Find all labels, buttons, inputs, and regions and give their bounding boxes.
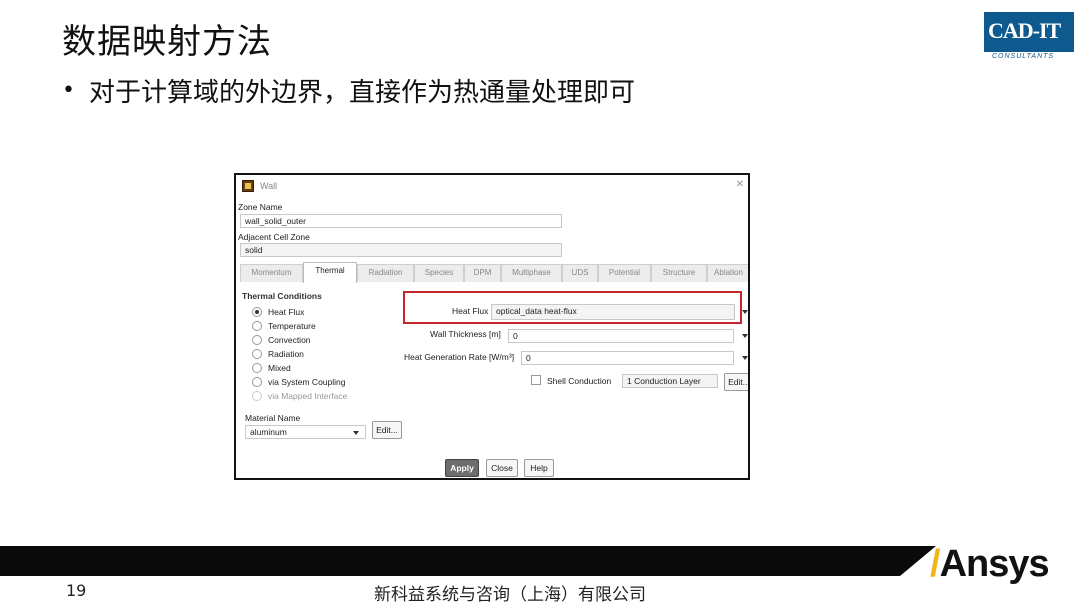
page-number: 19 <box>66 581 87 600</box>
zone-name-input[interactable]: wall_solid_outer <box>240 214 562 228</box>
logo-text: CAD-IT <box>988 18 1061 43</box>
chevron-down-icon <box>742 356 748 360</box>
radio-heat-flux[interactable]: Heat Flux <box>252 307 304 317</box>
bullet-dot-icon: • <box>62 78 75 103</box>
radio-icon <box>252 391 262 401</box>
apply-button[interactable]: Apply <box>445 459 479 477</box>
radio-selected-icon <box>252 307 262 317</box>
radio-label: via System Coupling <box>268 377 346 387</box>
radio-label: Radiation <box>268 349 304 359</box>
material-name-label: Material Name <box>245 413 301 423</box>
tab-bar: Momentum Thermal Radiation Species DPM M… <box>240 262 748 283</box>
bullet-text: 对于计算域的外边界，直接作为热通量处理即可 <box>88 78 635 108</box>
tab-dpm[interactable]: DPM <box>464 264 501 282</box>
chevron-down-icon <box>353 431 359 435</box>
material-select[interactable]: aluminum <box>245 425 366 439</box>
tab-ablation[interactable]: Ablation <box>707 264 748 282</box>
radio-icon <box>252 363 262 373</box>
radio-mapped-interface: via Mapped Interface <box>252 391 347 401</box>
radio-convection[interactable]: Convection <box>252 335 311 345</box>
close-icon[interactable]: ✕ <box>736 179 744 190</box>
thermal-conditions-heading: Thermal Conditions <box>242 291 322 301</box>
adjacent-cell-zone-label: Adjacent Cell Zone <box>238 232 310 242</box>
adjacent-cell-zone-field: solid <box>240 243 562 257</box>
heat-flux-highlight-box <box>403 291 742 324</box>
radio-icon <box>252 321 262 331</box>
tab-thermal[interactable]: Thermal <box>303 262 357 283</box>
radio-icon <box>252 349 262 359</box>
wall-thickness-label: Wall Thickness [m] <box>430 329 501 339</box>
shell-conduction-checkbox[interactable] <box>531 375 541 385</box>
chevron-down-icon <box>742 310 748 314</box>
logo-subtext: CONSULTANTS <box>992 53 1055 60</box>
radio-label: Heat Flux <box>268 307 305 317</box>
help-button[interactable]: Help <box>524 459 554 477</box>
dialog-titlebar[interactable]: Wall ✕ <box>236 175 748 197</box>
radio-system-coupling[interactable]: via System Coupling <box>252 377 345 387</box>
close-button[interactable]: Close <box>486 459 518 477</box>
cad-it-logo: CAD-IT CONSULTANTS <box>984 10 1074 62</box>
footer-bar <box>0 546 1080 576</box>
tab-uds[interactable]: UDS <box>562 264 598 282</box>
zone-name-label: Zone Name <box>238 202 283 212</box>
radio-temperature[interactable]: Temperature <box>252 321 316 331</box>
ansys-logo-mark-icon: / <box>930 543 941 585</box>
tab-species[interactable]: Species <box>414 264 464 282</box>
fluent-app-icon <box>242 180 254 192</box>
radio-icon <box>252 377 262 387</box>
dialog-title: Wall <box>260 181 278 191</box>
radio-label: Convection <box>268 335 311 345</box>
tab-structure[interactable]: Structure <box>651 264 707 282</box>
tab-multiphase[interactable]: Multiphase <box>501 264 562 282</box>
ansys-logo-text: Ansys <box>939 543 1050 585</box>
chevron-down-icon <box>742 334 748 338</box>
radio-label: Mixed <box>268 363 291 373</box>
material-edit-button[interactable]: Edit... <box>372 421 402 439</box>
wall-dialog: Wall ✕ Zone Name wall_solid_outer Adjace… <box>234 173 750 480</box>
radio-label: Temperature <box>268 321 316 331</box>
conduction-layers-field[interactable]: 1 Conduction Layer <box>622 374 718 388</box>
tab-potential[interactable]: Potential <box>598 264 651 282</box>
radio-radiation[interactable]: Radiation <box>252 349 304 359</box>
bullet-point: • 对于计算域的外边界，直接作为热通量处理即可 <box>62 72 635 109</box>
tab-radiation[interactable]: Radiation <box>357 264 414 282</box>
radio-icon <box>252 335 262 345</box>
ansys-logo: /Ansys <box>930 543 1050 586</box>
radio-mixed[interactable]: Mixed <box>252 363 291 373</box>
footer-company: 新科益系统与咨询（上海）有限公司 <box>374 585 646 605</box>
heat-generation-input[interactable]: 0 <box>521 351 734 365</box>
wall-thickness-input[interactable]: 0 <box>508 329 734 343</box>
heat-generation-label: Heat Generation Rate [W/m³] <box>404 352 515 362</box>
radio-label: via Mapped Interface <box>268 391 348 401</box>
shell-edit-button[interactable]: Edit... <box>724 373 748 391</box>
tab-momentum[interactable]: Momentum <box>240 264 303 282</box>
shell-conduction-label: Shell Conduction <box>547 376 612 386</box>
slide-title: 数据映射方法 <box>62 22 272 62</box>
